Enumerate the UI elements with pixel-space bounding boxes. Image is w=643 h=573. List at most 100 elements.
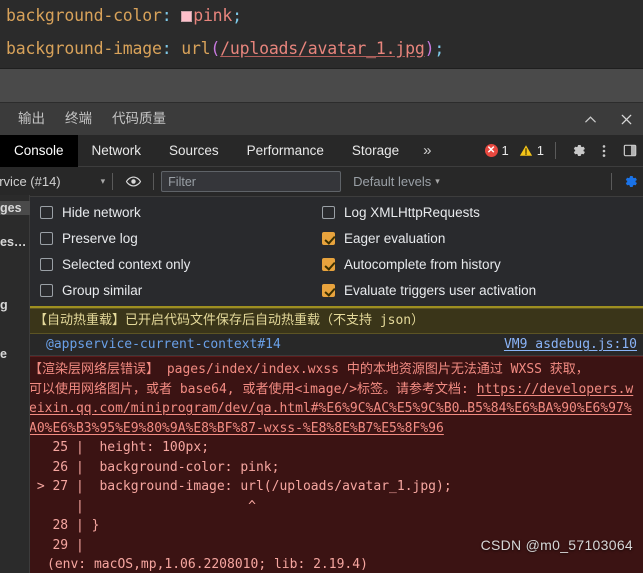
settings-column-right: Log XMLHttpRequests Eager evaluation Aut… (310, 205, 536, 298)
checkbox-icon-checked[interactable] (322, 284, 335, 297)
toolbar-divider (153, 173, 155, 190)
css-code-line-background-image: background-image: url(/uploads/avatar_1.… (6, 35, 643, 68)
setting-eager-evaluation[interactable]: Eager evaluation (322, 231, 536, 246)
setting-label: Hide network (62, 205, 141, 220)
tab-network[interactable]: Network (78, 135, 156, 167)
setting-label: Autocomplete from history (344, 257, 501, 272)
settings-column-left: Hide network Preserve log Selected conte… (0, 205, 310, 298)
checkbox-icon[interactable] (40, 258, 53, 271)
setting-label: Evaluate triggers user activation (344, 283, 537, 298)
error-line-2-text: 可以使用网络图片，或者 base64, 或者使用<image/>标签。请参考文档… (29, 381, 477, 397)
gear-icon-active[interactable] (619, 171, 641, 193)
panel-tab-bar: 输出 终端 代码质量 (0, 103, 643, 135)
watermark-text: CSDN @m0_57103064 (480, 537, 633, 553)
setting-label: Preserve log (62, 231, 138, 246)
warning-source-row: @appservice-current-context#14 VM9 asdeb… (0, 334, 643, 356)
checkbox-icon-checked[interactable] (322, 258, 335, 271)
code-line-25: 25 | height: 100px; (29, 440, 210, 455)
setting-hide-network[interactable]: Hide network (40, 205, 310, 220)
close-icon[interactable] (615, 108, 637, 130)
setting-log-xmlhttprequests[interactable]: Log XMLHttpRequests (322, 205, 536, 220)
css-colon: : (161, 39, 172, 58)
error-line-2: 可以使用网络图片，或者 base64, 或者使用<image/>标签。请参考文档… (29, 380, 637, 439)
more-tabs-button[interactable]: » (413, 135, 441, 167)
tab-performance[interactable]: Performance (233, 135, 338, 167)
console-settings-panel: Hide network Preserve log Selected conte… (0, 197, 643, 308)
css-property-name: background-image (6, 39, 162, 58)
setting-autocomplete-from-history[interactable]: Autocomplete from history (322, 257, 536, 272)
execution-context-selector[interactable]: ervice (#14) ▾ (0, 174, 105, 189)
error-circle-icon: ✕ (484, 144, 498, 157)
css-property-name: background-color (6, 6, 162, 25)
sidebar-item-user-messages[interactable]: es… (0, 235, 30, 249)
sidebar-item-logging[interactable]: g (0, 298, 30, 312)
devtools-screenshot: background-color: pink; background-image… (0, 0, 643, 573)
css-open-paren: ( (210, 39, 221, 58)
setting-evaluate-triggers-user-activation[interactable]: Evaluate triggers user activation (322, 283, 536, 298)
console-toolbar-right (604, 171, 643, 193)
toolbar-divider (112, 173, 114, 190)
tab-sources[interactable]: Sources (155, 135, 233, 167)
panel-tab-terminal[interactable]: 终端 (55, 103, 102, 135)
toolbar-divider (555, 142, 556, 159)
console-warning-message[interactable]: 【自动热重载】已开启代码文件保存后自动热重载（不支持 json） (0, 308, 643, 334)
warning-count-label: 1 (536, 143, 544, 158)
left-sidebar-rail: ges es… g e (0, 195, 30, 573)
css-url-function: url (181, 39, 211, 58)
toolbar-divider (611, 173, 612, 190)
panel-tab-output[interactable]: 输出 (8, 103, 55, 135)
sidebar-item-verbose[interactable]: e (0, 347, 30, 361)
tab-storage[interactable]: Storage (338, 135, 413, 167)
checkbox-icon[interactable] (322, 206, 335, 219)
panel-tools (579, 103, 637, 135)
eye-icon[interactable] (122, 171, 144, 193)
css-colon: : (161, 6, 172, 25)
setting-label: Log XMLHttpRequests (344, 205, 480, 220)
css-close-paren: ) (424, 39, 435, 58)
chevron-down-icon: ▾ (100, 176, 106, 186)
log-levels-label: Default levels (353, 174, 432, 189)
warning-context-link[interactable]: @appservice-current-context#14 (46, 337, 281, 352)
css-property-value: pink (193, 6, 233, 25)
error-count-badge[interactable]: ✕ 1 (484, 143, 509, 158)
setting-preserve-log[interactable]: Preserve log (40, 231, 310, 246)
setting-label: Group similar (62, 283, 143, 298)
code-line-26: 26 | background-color: pink; (29, 459, 280, 475)
warning-triangle-icon (519, 144, 533, 157)
checkbox-icon[interactable] (40, 206, 53, 219)
setting-label: Eager evaluation (344, 231, 446, 246)
panel-tab-code-quality[interactable]: 代码质量 (102, 103, 176, 135)
error-count-label: 1 (501, 143, 509, 158)
code-line-29: 29 | (29, 537, 84, 553)
gear-icon[interactable] (567, 140, 589, 162)
css-semicolon: ; (232, 6, 242, 25)
css-semicolon: ; (434, 39, 445, 58)
setting-group-similar[interactable]: Group similar (40, 283, 310, 298)
checkbox-icon[interactable] (40, 232, 53, 245)
code-line-caret: | ^ (75, 498, 256, 514)
code-line-28: 28 | } (29, 518, 100, 533)
warning-message-text: 【自动热重载】已开启代码文件保存后自动热重载（不支持 json） (34, 313, 425, 328)
filter-input[interactable] (161, 171, 342, 192)
checkbox-icon[interactable] (40, 284, 53, 297)
console-filter-toolbar: ervice (#14) ▾ Default levels ▾ (0, 167, 643, 197)
setting-label: Selected context only (62, 257, 191, 272)
log-levels-selector[interactable]: Default levels ▾ (353, 174, 440, 189)
console-message-list: 【自动热重载】已开启代码文件保存后自动热重载（不支持 json） @appser… (0, 308, 643, 573)
color-swatch-icon[interactable] (181, 11, 193, 22)
warning-count-badge[interactable]: 1 (519, 143, 544, 158)
setting-selected-context-only[interactable]: Selected context only (40, 257, 310, 272)
css-url-path[interactable]: /uploads/avatar_1.jpg (220, 39, 425, 58)
tab-console[interactable]: Console (0, 134, 78, 167)
css-code-line-background-color: background-color: pink; (6, 2, 643, 35)
devtools-tab-bar-right: ✕ 1 1 (484, 135, 643, 167)
error-line-1: 【渲染层网络层错误】 pages/index/index.wxss 中的本地资源… (29, 362, 589, 377)
dock-panel-icon[interactable] (619, 140, 641, 162)
warning-source-link[interactable]: VM9 asdebug.js:10 (504, 337, 637, 352)
checkbox-icon-checked[interactable] (322, 232, 335, 245)
chevron-up-icon[interactable] (579, 108, 601, 130)
more-vertical-icon[interactable] (593, 140, 615, 162)
sidebar-item-messages[interactable]: ges (0, 201, 30, 215)
code-line-27: > 27 | background-image: url(/uploads/av… (29, 479, 452, 494)
editor-gutter-band (0, 68, 643, 103)
